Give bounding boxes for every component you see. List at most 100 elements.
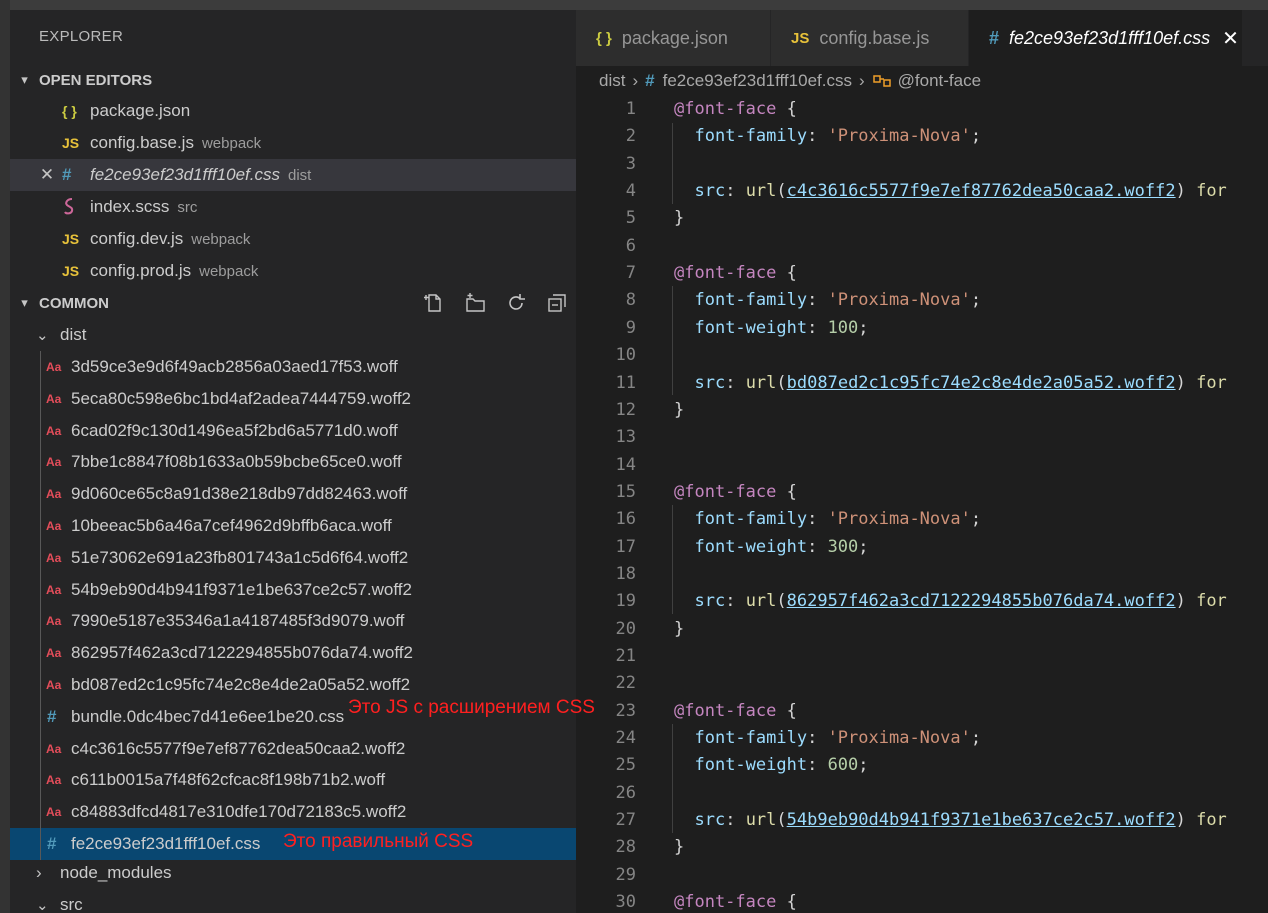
code-text: src: url(862957f462a3cd7122294855b076da7… bbox=[694, 591, 1227, 612]
font-file-icon: Aa bbox=[46, 519, 62, 533]
code-text: font-weight: 100; bbox=[694, 317, 869, 338]
chevron-right-icon: › bbox=[858, 71, 865, 90]
breadcrumb-symbol[interactable]: @font-face bbox=[898, 71, 981, 91]
js-file-icon: JS bbox=[62, 231, 80, 247]
line-number: 4 bbox=[625, 181, 636, 202]
code-editor[interactable]: 1 @font-face {2 font-family: 'Proxima-Nov… bbox=[576, 96, 1268, 913]
collapse-all-icon[interactable] bbox=[546, 292, 568, 314]
file-label: 3d59ce3e9d6f49acb2856a03aed17f53.woff bbox=[71, 357, 398, 376]
tree-file[interactable]: Aa 3d59ce3e9d6f49acb2856a03aed17f53.woff bbox=[10, 351, 576, 383]
font-file-icon: Aa bbox=[46, 741, 62, 756]
tree-file[interactable]: Aa 10beeac5b6a46a7cef4962d9bffb6aca.woff bbox=[10, 510, 576, 542]
refresh-icon[interactable] bbox=[505, 292, 527, 314]
line-number: 8 bbox=[625, 290, 636, 311]
tab-bar: { } package.json JS config.base.js # fe2… bbox=[576, 10, 1268, 66]
chevron-down-icon: ⌄ bbox=[36, 897, 49, 913]
new-file-icon[interactable] bbox=[423, 292, 445, 314]
code-line: 8 font-family: 'Proxima-Nova'; bbox=[576, 287, 1268, 314]
new-folder-icon[interactable] bbox=[464, 292, 486, 314]
file-label: bd087ed2c1c95fc74e2c8e4de2a05a52.woff2 bbox=[71, 675, 411, 694]
js-file-icon: JS bbox=[62, 263, 80, 279]
json-file-icon: { } bbox=[62, 103, 77, 119]
open-editors-header[interactable]: ▾ OPEN EDITORS bbox=[10, 65, 576, 95]
css-file-icon: # bbox=[989, 27, 1000, 48]
tree-file[interactable]: Aa 7990e5187e35346a1a4187485f3d9079.woff bbox=[10, 605, 576, 638]
tree-file[interactable]: Aa c4c3616c5577f9e7ef87762dea50caa2.woff2 bbox=[10, 732, 576, 765]
explorer-sidebar: EXPLORER ▾ OPEN EDITORS { } package.json… bbox=[10, 10, 576, 913]
tab-package-json[interactable]: { } package.json bbox=[576, 10, 771, 66]
font-file-icon: Aa bbox=[46, 614, 62, 629]
line-number: 12 bbox=[615, 399, 636, 420]
open-editor-item[interactable]: { } package.json bbox=[10, 95, 576, 127]
tree-file[interactable]: Aa 9d060ce65c8a91d38e218db97dd82463.woff bbox=[10, 478, 576, 511]
line-number: 29 bbox=[615, 864, 636, 885]
sass-file-icon bbox=[62, 197, 84, 218]
line-number: 10 bbox=[615, 345, 636, 366]
chevron-down-icon: ▾ bbox=[21, 295, 28, 310]
close-icon[interactable]: ✕ bbox=[38, 165, 56, 185]
common-header[interactable]: ▾ COMMON bbox=[10, 288, 576, 318]
open-editor-item[interactable]: JS config.base.js webpack bbox=[10, 127, 576, 159]
font-file-icon: Aa bbox=[46, 773, 62, 788]
code-text: } bbox=[674, 208, 685, 229]
css-file-icon: # bbox=[47, 706, 57, 726]
file-label: c611b0015a7f48f62cfcac8f198b71b2.woff bbox=[71, 770, 386, 790]
tree-file[interactable]: Aa 7bbe1c8847f08b1633a0b59bcbe65ce0.woff bbox=[10, 446, 576, 479]
code-line: 12} bbox=[576, 397, 1268, 424]
line-number: 17 bbox=[615, 536, 636, 557]
file-label: 5eca80c598e6bc1bd4af2adea7444759.woff2 bbox=[71, 388, 411, 408]
open-editor-item[interactable]: JS config.prod.js webpack bbox=[10, 255, 576, 287]
code-line: 11 src: url(bd087ed2c1c95fc74e2c8e4de2a0… bbox=[576, 370, 1268, 397]
line-number: 13 bbox=[615, 427, 636, 448]
code-line: 10 bbox=[576, 342, 1268, 369]
open-editor-item[interactable]: JS config.dev.js webpack bbox=[10, 223, 576, 255]
tree-file[interactable]: Aa 6cad02f9c130d1496ea5f2bd6a5771d0.woff bbox=[10, 414, 576, 447]
file-label: fe2ce93ef23d1fff10ef.css bbox=[71, 834, 261, 853]
tab-config-base[interactable]: JS config.base.js bbox=[771, 10, 969, 66]
breadcrumb-file[interactable]: fe2ce93ef23d1fff10ef.css bbox=[663, 71, 852, 91]
breadcrumb-folder[interactable]: dist bbox=[599, 71, 625, 91]
tree-folder-dist[interactable]: ⌄ dist bbox=[10, 319, 576, 351]
common-label: COMMON bbox=[39, 294, 109, 312]
file-label: 10beeac5b6a46a7cef4962d9bffb6aca.woff bbox=[71, 516, 392, 535]
tree-file[interactable]: Aa c84883dfcd4817e310dfe170d72183c5.woff2 bbox=[10, 796, 576, 829]
tree-indent-guide bbox=[40, 510, 41, 542]
close-icon[interactable]: ✕ bbox=[1222, 26, 1239, 51]
code-line: 18 bbox=[576, 561, 1268, 588]
annotation-correct: Это правильный CSS bbox=[283, 831, 474, 852]
tab-css-active[interactable]: # fe2ce93ef23d1fff10ef.css ✕ bbox=[969, 10, 1243, 66]
file-label: 7990e5187e35346a1a4187485f3d9079.woff bbox=[71, 611, 405, 631]
css-file-icon: # bbox=[645, 71, 655, 90]
tree-indent-guide bbox=[40, 446, 41, 479]
line-number: 14 bbox=[615, 454, 636, 475]
line-number: 5 bbox=[625, 208, 636, 229]
activity-bar bbox=[0, 0, 10, 913]
tree-folder-src[interactable]: ⌄ src bbox=[10, 889, 576, 913]
chevron-down-icon: ▾ bbox=[21, 72, 28, 87]
line-number: 28 bbox=[615, 837, 636, 858]
tree-folder-node-modules[interactable]: › node_modules bbox=[10, 857, 576, 889]
file-label: 862957f462a3cd7122294855b076da74.woff2 bbox=[71, 643, 413, 663]
line-number: 22 bbox=[615, 673, 636, 694]
code-line: 5} bbox=[576, 205, 1268, 232]
line-number: 20 bbox=[615, 618, 636, 639]
code-line: 19 src: url(862957f462a3cd7122294855b076… bbox=[576, 588, 1268, 615]
open-editor-desc: dist bbox=[287, 167, 312, 184]
tab-label: package.json bbox=[621, 27, 728, 48]
json-file-icon: { } bbox=[596, 29, 612, 47]
open-editor-item[interactable]: index.scss src bbox=[10, 191, 576, 223]
code-line: 13 bbox=[576, 424, 1268, 451]
tree-indent-guide bbox=[40, 669, 41, 701]
open-editor-item-active[interactable]: ✕ # fe2ce93ef23d1fff10ef.css dist bbox=[10, 159, 576, 191]
tree-indent-guide bbox=[40, 541, 41, 574]
code-line: 28} bbox=[576, 834, 1268, 861]
tree-file[interactable]: Aa 862957f462a3cd7122294855b076da74.woff2 bbox=[10, 637, 576, 670]
line-number: 16 bbox=[615, 509, 636, 530]
file-label: c4c3616c5577f9e7ef87762dea50caa2.woff2 bbox=[71, 738, 406, 758]
code-line: 15 @font-face { bbox=[576, 479, 1268, 506]
tree-file[interactable]: Aa c611b0015a7f48f62cfcac8f198b71b2.woff bbox=[10, 764, 576, 797]
tree-file[interactable]: Aa 54b9eb90d4b941f9371e1be637ce2c57.woff2 bbox=[10, 573, 576, 606]
tree-file[interactable]: Aa 5eca80c598e6bc1bd4af2adea7444759.woff2 bbox=[10, 382, 576, 415]
tree-file[interactable]: Aa 51e73062e691a23fb801743a1c5d6f64.woff2 bbox=[10, 541, 576, 574]
code-text: } bbox=[674, 837, 685, 858]
